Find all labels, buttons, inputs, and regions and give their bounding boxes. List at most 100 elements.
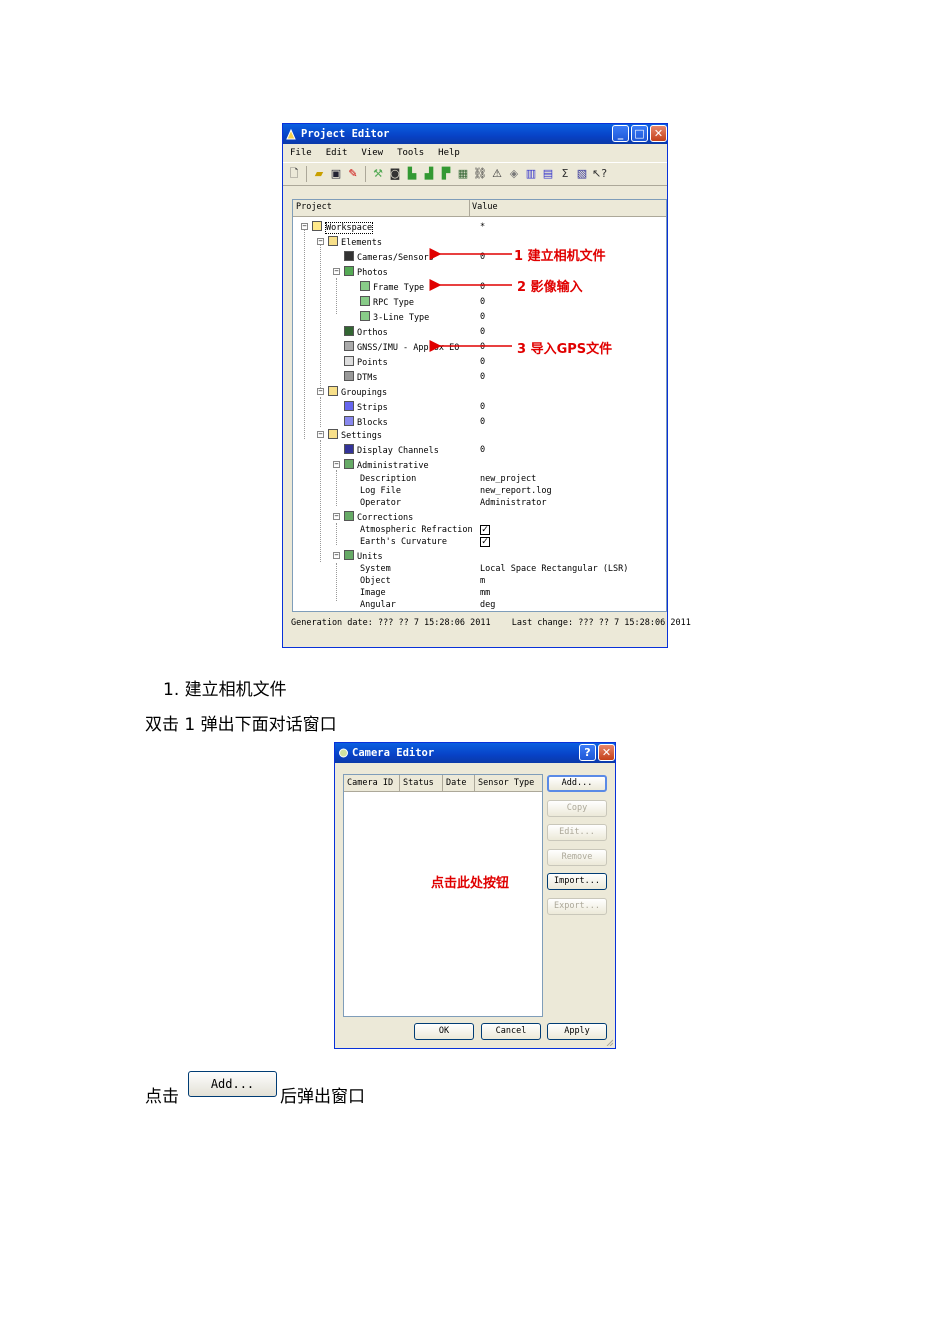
ortho-icon[interactable]: ▦ xyxy=(456,167,470,181)
tree-node-orthos[interactable]: Orthos xyxy=(344,326,388,338)
collapse-toggle[interactable]: − xyxy=(333,513,340,520)
tree-node-workspace[interactable]: Workspace xyxy=(312,221,374,234)
menu-tools[interactable]: Tools xyxy=(397,144,424,162)
column-value[interactable]: Value xyxy=(472,202,498,212)
column-camera-id[interactable]: Camera ID xyxy=(344,775,400,791)
tree-value: 0 xyxy=(480,312,486,322)
workspace-icon xyxy=(312,221,322,231)
tree-value[interactable]: Administrator xyxy=(480,497,547,509)
inline-add-button[interactable]: Add... xyxy=(188,1071,277,1097)
tree-value[interactable]: new_project xyxy=(480,473,536,485)
import-button[interactable]: Import... xyxy=(547,873,607,890)
gnss-icon[interactable]: ⛓ xyxy=(473,167,487,181)
column-date[interactable]: Date xyxy=(443,775,475,791)
menu-help[interactable]: Help xyxy=(438,144,460,162)
strips-icon[interactable]: ▥ xyxy=(524,167,538,181)
points-icon[interactable]: ⚠ xyxy=(490,167,504,181)
tree-node-image[interactable]: Image xyxy=(360,587,386,599)
ok-button[interactable]: OK xyxy=(414,1023,474,1040)
close-button[interactable]: ✕ xyxy=(598,744,615,761)
help-button[interactable]: ? xyxy=(579,744,596,761)
collapse-toggle[interactable]: − xyxy=(333,552,340,559)
tree-node-corrections[interactable]: Corrections xyxy=(344,511,413,523)
export-button[interactable]: Export... xyxy=(547,898,607,915)
menu-edit[interactable]: Edit xyxy=(326,144,348,162)
collapse-toggle[interactable]: − xyxy=(333,461,340,468)
camera-list[interactable]: Camera ID Status Date Sensor Type xyxy=(343,774,543,1017)
camera-icon[interactable]: ◙ xyxy=(388,167,402,181)
save-icon[interactable]: ▣ xyxy=(329,167,343,181)
sum-icon[interactable]: Σ xyxy=(558,167,572,181)
tree-node-description[interactable]: Description xyxy=(360,473,416,485)
tree-value[interactable]: mm xyxy=(480,587,490,599)
menu-file[interactable]: File xyxy=(290,144,312,162)
atmospheric-refraction-checkbox[interactable]: ✓ xyxy=(480,525,490,535)
display-channels-icon[interactable]: ▧ xyxy=(575,167,589,181)
tree-value[interactable]: deg xyxy=(480,599,495,611)
add-button[interactable]: Add... xyxy=(547,775,607,792)
tree-node-3-line-type[interactable]: 3-Line Type xyxy=(360,311,429,323)
collapse-toggle[interactable]: − xyxy=(317,431,324,438)
resize-grip-icon[interactable] xyxy=(605,1038,613,1046)
tree-node-angular[interactable]: Angular xyxy=(360,599,396,611)
tree-node-rpc-type[interactable]: RPC Type xyxy=(360,296,414,308)
tree-node-administrative[interactable]: Administrative xyxy=(344,459,429,471)
collapse-toggle[interactable]: − xyxy=(317,388,324,395)
column-divider[interactable] xyxy=(469,200,470,216)
dtm-icon xyxy=(344,371,354,381)
context-help-icon[interactable]: ↖? xyxy=(592,167,607,181)
minimize-icon: _ xyxy=(617,127,624,140)
minimize-button[interactable]: _ xyxy=(612,125,629,142)
column-sensor-type[interactable]: Sensor Type xyxy=(475,775,542,791)
collapse-toggle[interactable]: − xyxy=(301,223,308,230)
tree-node-elements[interactable]: Elements xyxy=(328,236,382,248)
copy-button[interactable]: Copy xyxy=(547,800,607,817)
settings-tool-icon[interactable]: ⚒ xyxy=(371,167,385,181)
maximize-button[interactable]: □ xyxy=(631,125,648,142)
remove-button[interactable]: Remove xyxy=(547,849,607,866)
tree-node-groupings[interactable]: Groupings xyxy=(328,386,387,398)
new-file-icon[interactable]: 🗋 xyxy=(287,167,301,181)
tree-node-earth-curvature[interactable]: Earth's Curvature xyxy=(360,536,447,548)
column-status[interactable]: Status xyxy=(400,775,443,791)
blocks-icon[interactable]: ▤ xyxy=(541,167,555,181)
tree-value[interactable]: Local Space Rectangular (LSR) xyxy=(480,563,628,575)
dtm-icon[interactable]: ◈ xyxy=(507,167,521,181)
column-project[interactable]: Project xyxy=(296,202,332,212)
tree-node-system[interactable]: System xyxy=(360,563,391,575)
tree-node-units[interactable]: Units xyxy=(344,550,383,562)
tree-value[interactable]: new_report.log xyxy=(480,485,552,497)
close-button[interactable]: ✕ xyxy=(650,125,667,142)
edit-button[interactable]: Edit... xyxy=(547,824,607,841)
tree-node-gnss[interactable]: GNSS/IMU - Approx EO xyxy=(344,341,459,353)
tree-node-operator[interactable]: Operator xyxy=(360,497,401,509)
apply-button[interactable]: Apply xyxy=(547,1023,607,1040)
tree-node-settings[interactable]: Settings xyxy=(328,429,382,441)
collapse-toggle[interactable]: − xyxy=(317,238,324,245)
open-folder-icon[interactable]: ▰ xyxy=(312,167,326,181)
tree-value: 0 xyxy=(480,357,486,367)
collapse-toggle[interactable]: − xyxy=(333,268,340,275)
tree-node-atmospheric-refraction[interactable]: Atmospheric Refraction xyxy=(360,524,473,536)
tree-node-blocks[interactable]: Blocks xyxy=(344,416,388,428)
line-photo-icon[interactable]: ▛ xyxy=(439,167,453,181)
menu-view[interactable]: View xyxy=(361,144,383,162)
camera-editor-window: Camera Editor ? ✕ Camera ID Status Date … xyxy=(334,742,616,1049)
tree-value[interactable]: m xyxy=(480,575,485,587)
project-editor-titlebar[interactable]: Project Editor _ □ ✕ xyxy=(283,124,667,144)
tree-node-log-file[interactable]: Log File xyxy=(360,485,401,497)
tree-node-points[interactable]: Points xyxy=(344,356,388,368)
tree-node-display-channels[interactable]: Display Channels xyxy=(344,444,439,456)
frame-photo-icon[interactable]: ▙ xyxy=(405,167,419,181)
edit-pencil-icon[interactable]: ✎ xyxy=(346,167,360,181)
rpc-photo-icon[interactable]: ▟ xyxy=(422,167,436,181)
tree-node-photos[interactable]: Photos xyxy=(344,266,388,278)
tree-node-frame-type[interactable]: Frame Type xyxy=(360,281,424,293)
earth-curvature-checkbox[interactable]: ✓ xyxy=(480,537,490,547)
camera-editor-titlebar[interactable]: Camera Editor ? ✕ xyxy=(335,743,615,763)
tree-node-cameras[interactable]: Cameras/Sensors xyxy=(344,251,434,263)
cancel-button[interactable]: Cancel xyxy=(481,1023,541,1040)
tree-node-object[interactable]: Object xyxy=(360,575,391,587)
tree-node-dtms[interactable]: DTMs xyxy=(344,371,377,383)
tree-node-strips[interactable]: Strips xyxy=(344,401,388,413)
